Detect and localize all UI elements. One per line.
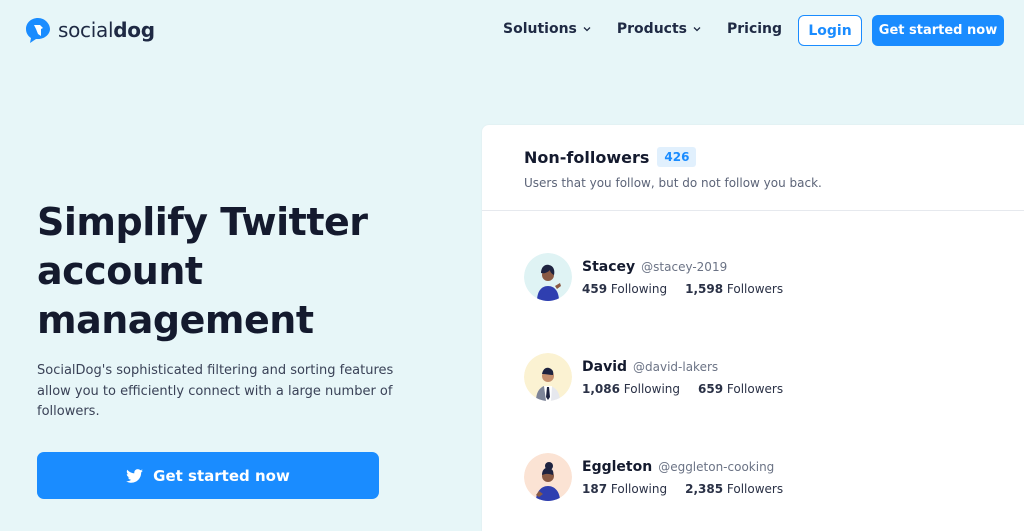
following-stat: 187 Following xyxy=(582,481,668,496)
login-button[interactable]: Login xyxy=(798,15,862,46)
logo-text: socialdog xyxy=(58,18,155,42)
nav-solutions-label: Solutions xyxy=(503,21,577,37)
card-title: Non-followers xyxy=(524,147,650,167)
non-followers-card: Non-followers 426 Users that you follow,… xyxy=(482,125,1024,531)
main-nav: Solutions Products Pricing xyxy=(503,21,782,37)
chevron-down-icon xyxy=(693,27,701,32)
avatar xyxy=(524,253,572,301)
nav-products-label: Products xyxy=(616,21,687,37)
avatar xyxy=(524,453,572,501)
card-header: Non-followers 426 Users that you follow,… xyxy=(482,125,1024,211)
nav-pricing-label: Pricing xyxy=(727,21,783,37)
nav-solutions[interactable]: Solutions xyxy=(503,21,591,37)
get-started-hero-label: Get started now xyxy=(153,466,290,485)
hero-title-line: account xyxy=(37,249,203,293)
logo[interactable]: socialdog xyxy=(24,16,155,44)
user-handle: @eggleton-cooking xyxy=(658,459,775,474)
twitter-icon xyxy=(126,468,144,483)
user-name: Eggleton xyxy=(582,458,653,475)
user-name: Stacey xyxy=(582,258,636,275)
followers-stat: 2,385 Followers xyxy=(685,481,784,496)
chevron-down-icon xyxy=(583,27,591,32)
followers-stat: 659 Followers xyxy=(698,381,784,396)
avatar xyxy=(524,353,572,401)
nav-pricing[interactable]: Pricing xyxy=(727,21,782,37)
get-started-header-button[interactable]: Get started now xyxy=(872,15,1004,46)
nav-products[interactable]: Products xyxy=(617,21,701,37)
hero-title: Simplify Twitter account management xyxy=(37,198,368,345)
socialdog-logo-icon xyxy=(26,18,50,43)
card-subtitle: Users that you follow, but do not follow… xyxy=(524,176,822,190)
followers-stat: 1,598 Followers xyxy=(685,281,784,296)
user-handle: @david-lakers xyxy=(633,359,719,374)
user-name: David xyxy=(582,358,628,375)
get-started-hero-button[interactable]: Get started now xyxy=(37,452,379,499)
list-item[interactable]: David @david-lakers 1,086 Following 659 … xyxy=(524,353,783,401)
count-badge: 426 xyxy=(657,147,697,167)
list-item[interactable]: Eggleton @eggleton-cooking 187 Following… xyxy=(524,453,783,501)
hero-title-line: Simplify Twitter xyxy=(37,200,368,244)
hero-title-line: management xyxy=(37,298,314,342)
user-handle: @stacey-2019 xyxy=(641,259,728,274)
list-item[interactable]: Stacey @stacey-2019 459 Following 1,598 … xyxy=(524,253,783,301)
hero-description: SocialDog's sophisticated filtering and … xyxy=(37,363,394,419)
following-stat: 1,086 Following xyxy=(582,381,680,396)
following-stat: 459 Following xyxy=(582,281,668,296)
